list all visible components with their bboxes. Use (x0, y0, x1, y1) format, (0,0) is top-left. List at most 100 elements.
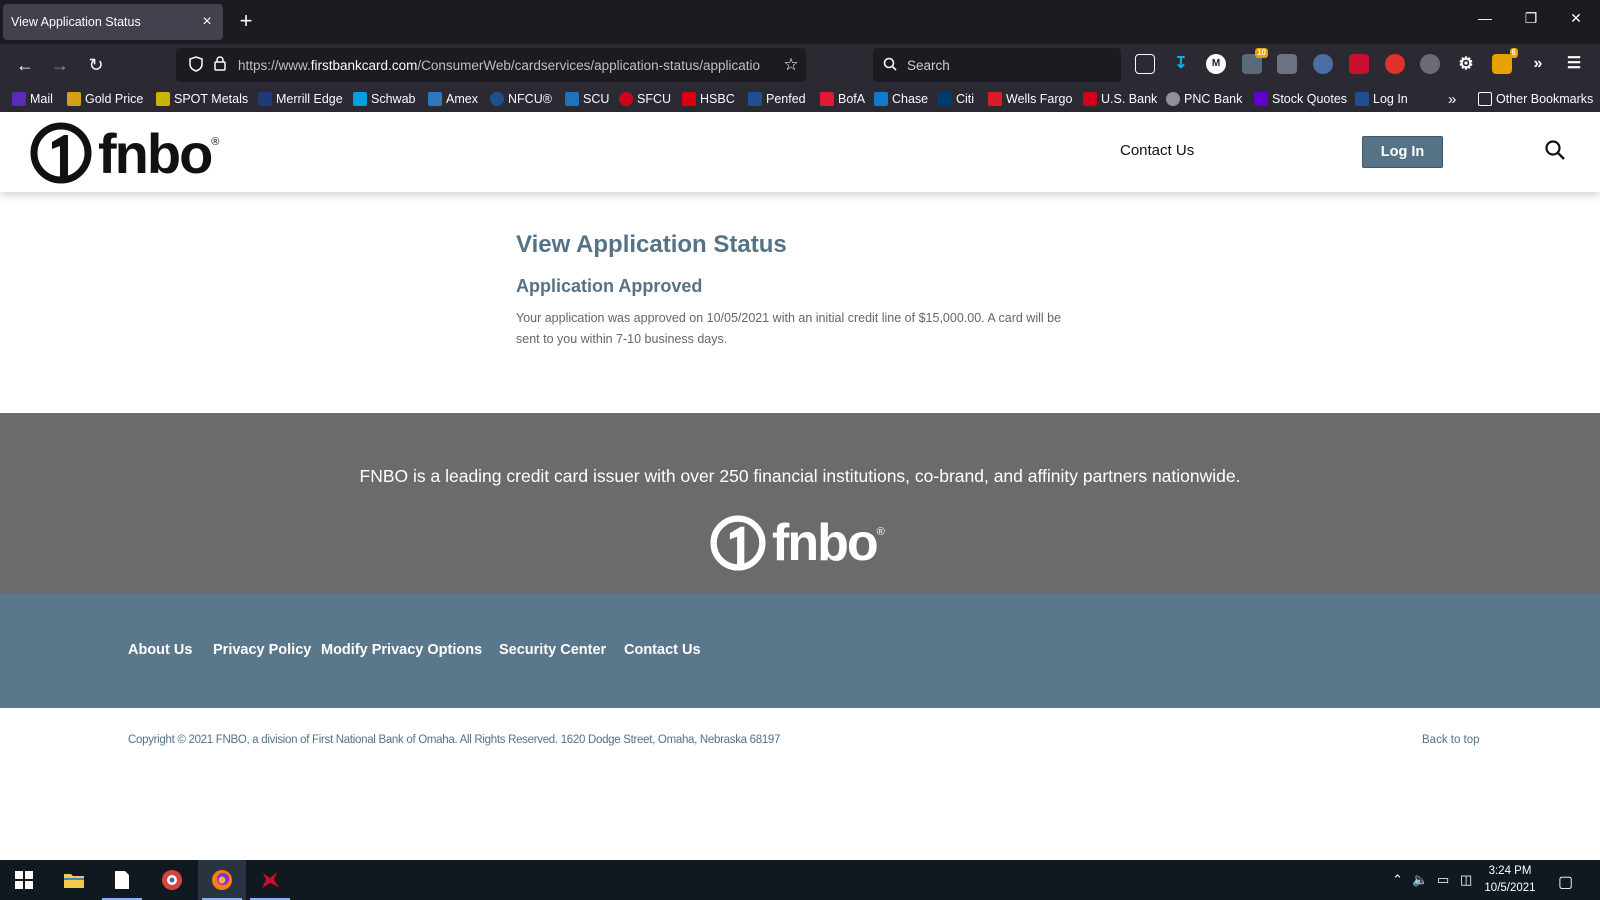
shield-icon[interactable] (184, 55, 208, 75)
overflow-chevron-icon[interactable]: » (1528, 54, 1548, 74)
yahoo-icon (1254, 92, 1268, 106)
footer-link-contact-us[interactable]: Contact Us (624, 642, 701, 658)
page-title: View Application Status (516, 231, 787, 258)
sfcu-icon (619, 92, 633, 106)
bookmark-bofa[interactable]: BofA (820, 90, 865, 108)
chase-icon (874, 92, 888, 106)
red-app-icon[interactable] (246, 860, 294, 900)
bookmark-us-bank[interactable]: U.S. Bank (1083, 90, 1157, 108)
amex-icon (428, 92, 442, 106)
bookmark-nfcu[interactable]: NFCU® (490, 90, 552, 108)
bookmark-pnc-bank[interactable]: PNC Bank (1166, 90, 1242, 108)
url-text[interactable]: https://www.firstbankcard.com/ConsumerWe… (238, 58, 778, 73)
forward-arrow-icon[interactable]: → (47, 53, 73, 77)
bookmark-penfed[interactable]: Penfed (748, 90, 806, 108)
m-extension-icon[interactable]: M (1206, 54, 1226, 74)
tab-close-icon[interactable]: × (199, 13, 215, 31)
gold-price-icon (67, 92, 81, 106)
red-extension-icon[interactable] (1349, 54, 1369, 74)
bookmark-spot-metals[interactable]: SPOT Metals (156, 90, 248, 108)
mail-icon (12, 92, 26, 106)
notification-center-icon[interactable]: ▢ (1558, 872, 1573, 892)
close-window-icon[interactable]: ✕ (1566, 10, 1586, 27)
bookmarks-bar: Mail Gold Price SPOT Metals Merrill Edge… (0, 86, 1600, 112)
back-to-top-link[interactable]: Back to top (1422, 734, 1480, 746)
bookmark-sfcu[interactable]: SFCU (619, 90, 671, 108)
us-bank-icon (1083, 92, 1097, 106)
gear-icon[interactable]: ⚙ (1456, 54, 1476, 74)
wells-fargo-icon (988, 92, 1002, 106)
site-header: fnbo ® Contact Us Log In (0, 112, 1600, 192)
clock-time: 3:24 PM (1488, 865, 1532, 877)
hsbc-icon (682, 92, 696, 106)
bookmark-mail[interactable]: Mail (12, 90, 53, 108)
footer-link-security-center[interactable]: Security Center (499, 642, 606, 658)
bookmark-schwab[interactable]: Schwab (353, 90, 415, 108)
footer-link-about-us[interactable]: About Us (128, 642, 192, 658)
reload-icon[interactable]: ↻ (83, 53, 109, 77)
browser-search-input[interactable]: Search (873, 48, 1121, 82)
bookmark-gold-price[interactable]: Gold Price (67, 90, 143, 108)
fnbo-logo[interactable]: fnbo ® (30, 122, 219, 185)
bookmark-star-icon[interactable]: ☆ (778, 55, 804, 75)
minimize-icon[interactable]: — (1475, 10, 1495, 26)
bookmark-log-in[interactable]: Log In (1355, 90, 1408, 108)
notepad-icon[interactable] (98, 860, 146, 900)
footer-link-modify-privacy-options[interactable]: Modify Privacy Options (321, 642, 482, 658)
restore-icon[interactable]: ❐ (1521, 10, 1541, 27)
bofa-icon (820, 92, 834, 106)
bookmark-scu[interactable]: SCU (565, 90, 609, 108)
bookmarks-overflow-icon[interactable]: » (1448, 90, 1456, 108)
browser-tab-bar: View Application Status × + — ❐ ✕ (0, 0, 1600, 44)
windows-taskbar: ⌃ 🔈 ▭ ◫ 3:24 PM 10/5/2021 ▢ (0, 860, 1600, 900)
fnbo-one-icon (30, 122, 92, 184)
bookmark-merrill-edge[interactable]: Merrill Edge (258, 90, 343, 108)
weather-extension-icon[interactable]: 10 (1242, 48, 1268, 74)
taskbar-clock[interactable]: 3:24 PM 10/5/2021 (1470, 863, 1550, 897)
file-explorer-icon[interactable] (50, 860, 98, 900)
lock-icon[interactable] (208, 56, 232, 74)
merrill-edge-icon (258, 92, 272, 106)
download-icon[interactable]: ↧ (1171, 54, 1191, 74)
tray-chevron-up-icon[interactable]: ⌃ (1392, 872, 1403, 888)
penfed-icon (748, 92, 762, 106)
contact-us-link[interactable]: Contact Us (1120, 142, 1194, 159)
store-extension-icon[interactable]: 6 (1492, 48, 1518, 74)
bookmark-amex[interactable]: Amex (428, 90, 478, 108)
status-heading: Application Approved (516, 276, 703, 296)
login-icon (1355, 92, 1369, 106)
battery-icon[interactable]: ▭ (1437, 872, 1449, 888)
folder-icon (1478, 92, 1492, 106)
other-bookmarks[interactable]: Other Bookmarks (1478, 90, 1593, 108)
firefox-icon[interactable] (198, 860, 246, 900)
owl-extension-icon[interactable] (1313, 54, 1333, 74)
search-icon (883, 57, 901, 74)
app-wheel-icon[interactable] (148, 860, 196, 900)
pocket-icon[interactable] (1135, 54, 1155, 74)
privacy-shield-icon[interactable] (1277, 54, 1297, 74)
dark-mode-icon[interactable] (1420, 54, 1440, 74)
bookmark-hsbc[interactable]: HSBC (682, 90, 735, 108)
browser-tab-active[interactable]: View Application Status × (3, 4, 223, 40)
lastpass-icon[interactable] (1385, 54, 1405, 74)
bookmark-stock-quotes[interactable]: Stock Quotes (1254, 90, 1347, 108)
copyright-text: Copyright © 2021 FNBO, a division of Fir… (128, 734, 781, 746)
search-placeholder: Search (907, 57, 950, 73)
search-icon[interactable] (1544, 139, 1568, 163)
bookmark-citi[interactable]: Citi (938, 90, 974, 108)
log-in-button[interactable]: Log In (1362, 136, 1443, 168)
star-icon (565, 92, 579, 106)
footer-fnbo-logo: fnbo ® (710, 514, 885, 572)
footer-link-privacy-policy[interactable]: Privacy Policy (213, 642, 311, 658)
new-tab-button[interactable]: + (234, 9, 258, 35)
back-arrow-icon[interactable]: ← (12, 53, 38, 77)
hamburger-menu-icon[interactable]: ☰ (1564, 54, 1584, 74)
url-bar[interactable]: https://www.firstbankcard.com/ConsumerWe… (176, 48, 806, 82)
bookmark-wells-fargo[interactable]: Wells Fargo (988, 90, 1072, 108)
citi-icon (938, 92, 952, 106)
tab-title: View Application Status (11, 15, 141, 29)
volume-icon[interactable]: 🔈 (1412, 872, 1428, 888)
windows-start-icon[interactable] (0, 860, 48, 900)
browser-nav-bar: ← → ↻ https://www.firstbankcard.com/Cons… (0, 44, 1600, 86)
bookmark-chase[interactable]: Chase (874, 90, 928, 108)
